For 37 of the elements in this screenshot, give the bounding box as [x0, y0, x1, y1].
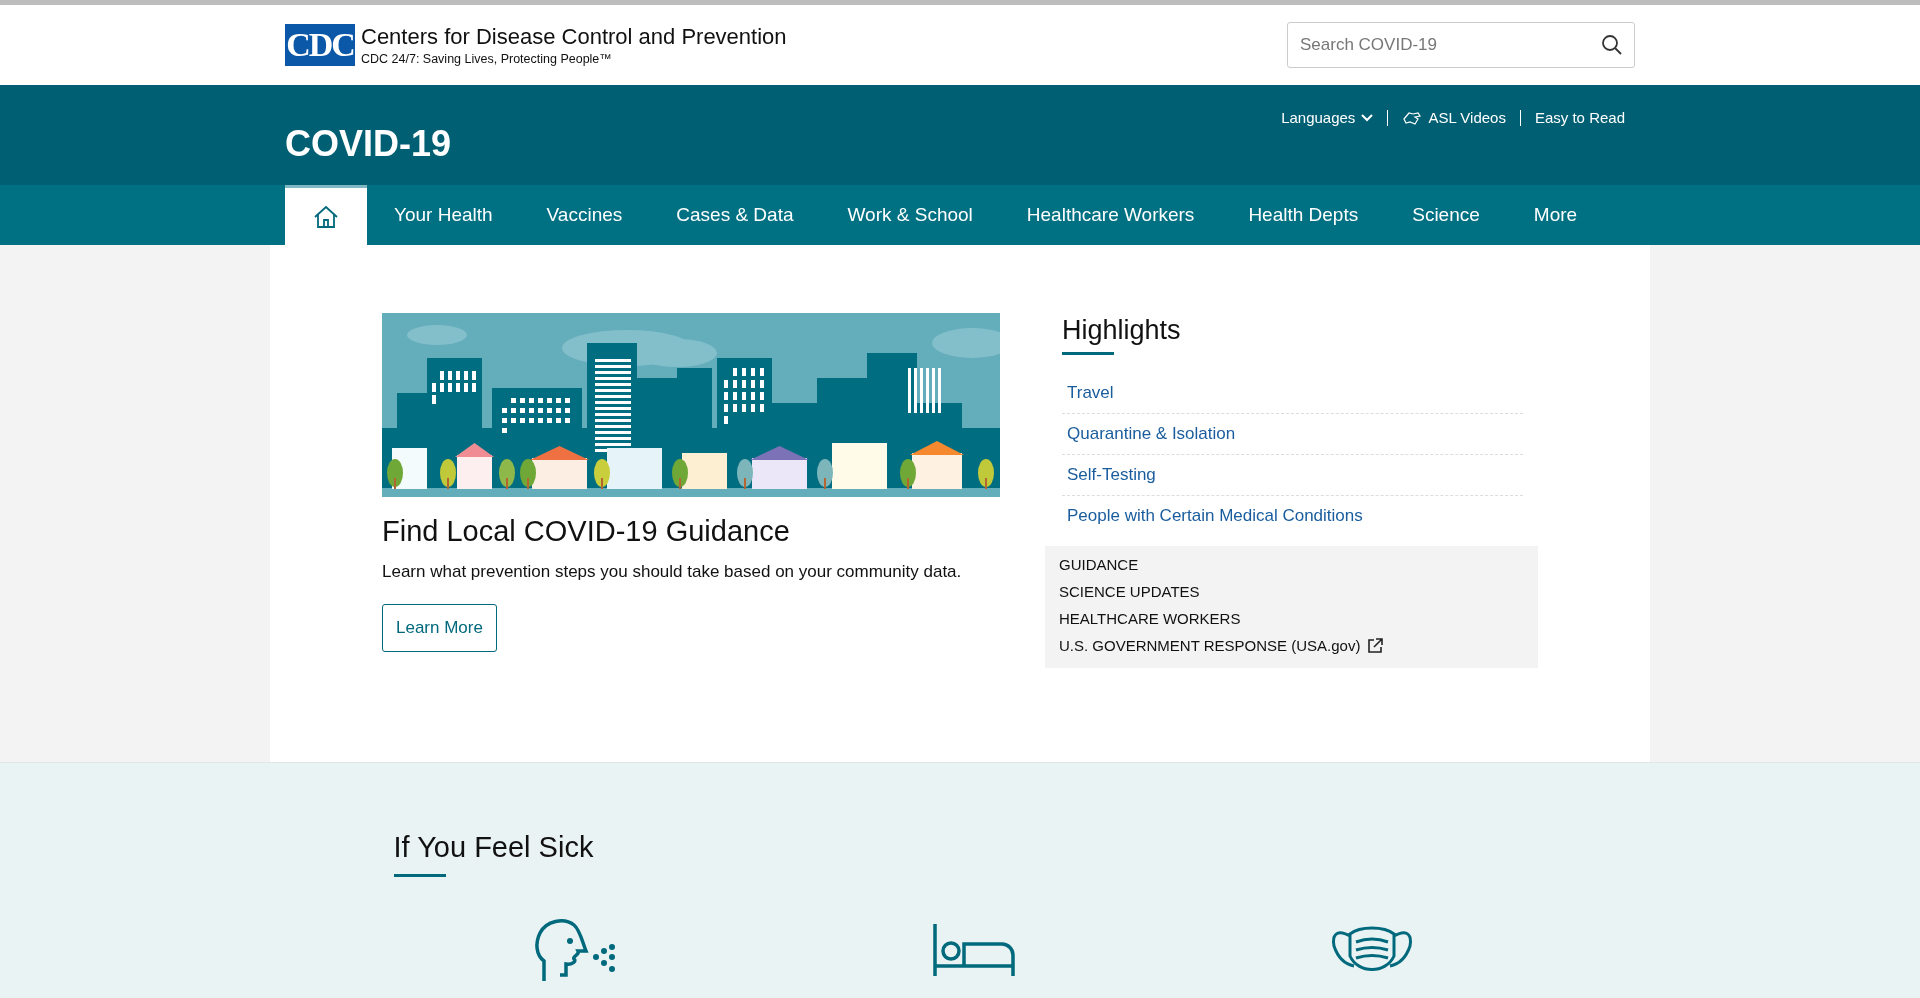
nav-tab[interactable]: More	[1506, 185, 1605, 245]
home-icon	[313, 204, 339, 229]
section-heading: If You Feel Sick	[393, 831, 595, 864]
quick-link[interactable]: SCIENCE UPDATES	[1059, 583, 1524, 600]
quick-link[interactable]: HEALTHCARE WORKERS	[1059, 610, 1524, 627]
chevron-down-icon	[1361, 113, 1374, 122]
organization-name: Centers for Disease Control and Prevention	[361, 24, 787, 50]
search-icon[interactable]	[1601, 34, 1623, 56]
hand-sign-icon	[1402, 109, 1423, 126]
coughing-person-icon	[533, 917, 618, 983]
highlight-link[interactable]: Self-Testing	[1062, 465, 1156, 485]
nav-tab[interactable]: Vaccines	[519, 185, 650, 245]
highlight-link[interactable]: Quarantine & Isolation	[1062, 424, 1236, 444]
nav-tab[interactable]: Your Health	[367, 185, 520, 245]
home-tab[interactable]	[285, 185, 367, 245]
nav-tab[interactable]: Healthcare Workers	[999, 185, 1222, 245]
nav-tab[interactable]: Science	[1385, 185, 1507, 245]
utility-link[interactable]: Languages	[1281, 109, 1374, 126]
highlight-link[interactable]: People with Certain Medical Conditions	[1062, 506, 1363, 526]
tagline: CDC 24/7: Saving Lives, Protecting People™	[361, 52, 613, 66]
feature-text: Learn what prevention steps you should take based on your community data.	[382, 562, 963, 582]
utility-link[interactable]: Easy to Read	[1534, 109, 1625, 126]
nav-tab[interactable]: Health Depts	[1221, 185, 1386, 245]
cdc-logo[interactable]: CDC	[285, 24, 355, 66]
learn-more-button[interactable]: Learn More	[382, 604, 497, 652]
highlights-heading: Highlights	[1062, 315, 1182, 346]
utility-link[interactable]: ASL Videos	[1402, 109, 1506, 126]
feature-heading: Find Local COVID-19 Guidance	[382, 515, 791, 548]
search-field[interactable]: Search COVID-19	[1287, 22, 1635, 68]
quick-link[interactable]: U.S. GOVERNMENT RESPONSE (USA.gov)	[1059, 637, 1524, 654]
page-title: COVID-19	[285, 123, 452, 166]
bed-icon	[931, 922, 1016, 978]
quick-link[interactable]: GUIDANCE	[1059, 556, 1524, 573]
nav-tab[interactable]: Cases & Data	[649, 185, 821, 245]
external-link-icon	[1368, 638, 1384, 653]
highlight-link[interactable]: Travel	[1062, 383, 1114, 403]
nav-tab[interactable]: Work & School	[820, 185, 1000, 245]
